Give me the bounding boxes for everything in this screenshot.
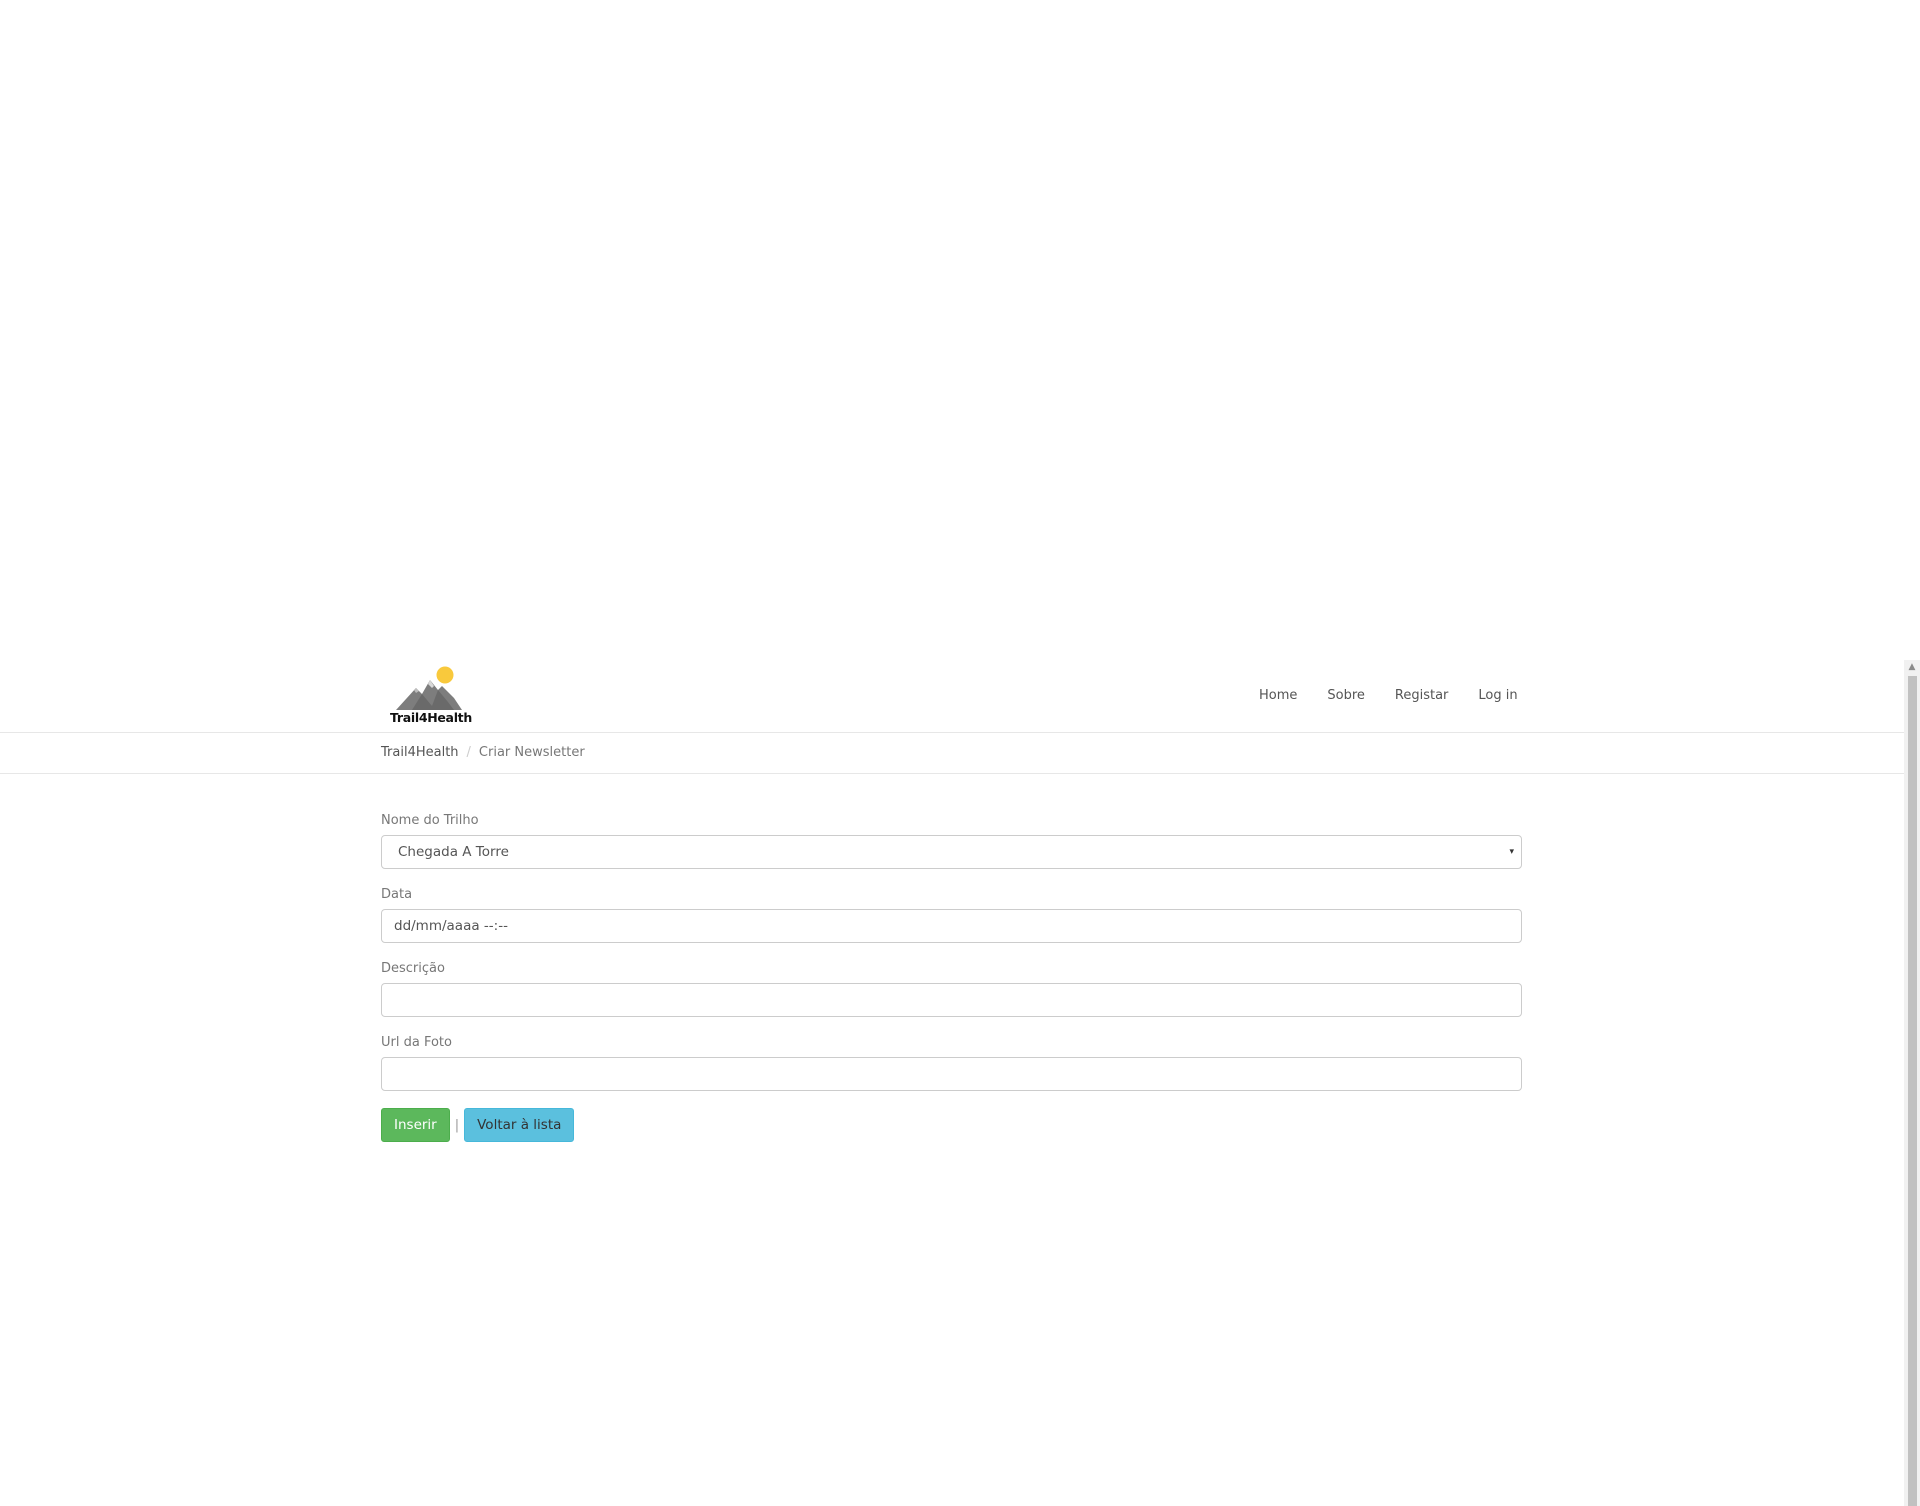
description-label: Descrição — [381, 961, 445, 976]
chevron-down-icon: ▾ — [1509, 847, 1514, 857]
date-group: Data dd/mm/aaaa --:-- — [381, 886, 1522, 960]
vertical-scrollbar[interactable]: ▲ — [1904, 660, 1920, 1506]
insert-button[interactable]: Inserir — [381, 1108, 450, 1142]
nav-registar[interactable]: Registar — [1380, 660, 1464, 732]
mountain-sun-icon — [396, 666, 462, 710]
form-actions: Inserir | Voltar à lista — [381, 1108, 1522, 1142]
date-label: Data — [381, 887, 413, 902]
trail-select[interactable]: Chegada A Torre ▾ — [381, 835, 1522, 869]
date-input[interactable]: dd/mm/aaaa --:-- — [381, 909, 1522, 943]
description-group: Descrição — [381, 960, 1522, 1034]
scroll-up-arrow-icon[interactable]: ▲ — [1904, 660, 1920, 674]
trail-group: Nome do Trilho Chegada A Torre ▾ — [381, 812, 1522, 886]
breadcrumb-bar: Trail4Health / Criar Newsletter — [0, 733, 1904, 774]
navbar: Trail4Health Home Sobre Registar Log in — [0, 660, 1904, 733]
brand-text: Trail4Health — [390, 710, 472, 725]
brand-logo[interactable]: Trail4Health — [386, 666, 482, 728]
back-to-list-button[interactable]: Voltar à lista — [464, 1108, 575, 1142]
breadcrumb-separator: / — [466, 745, 471, 760]
nav-sobre[interactable]: Sobre — [1312, 660, 1380, 732]
nav-home[interactable]: Home — [1244, 660, 1312, 732]
trail-select-value[interactable]: Chegada A Torre — [381, 835, 1522, 869]
newsletter-form: Nome do Trilho Chegada A Torre ▾ Data dd… — [381, 812, 1522, 1142]
nav-links: Home Sobre Registar Log in — [1244, 660, 1533, 732]
actions-separator: | — [454, 1117, 460, 1133]
page: Trail4Health Home Sobre Registar Log in … — [0, 0, 1920, 1506]
nav-login[interactable]: Log in — [1463, 660, 1532, 732]
photo-url-label: Url da Foto — [381, 1035, 452, 1050]
description-input[interactable] — [381, 983, 1522, 1017]
scroll-thumb[interactable] — [1908, 676, 1917, 1506]
trail-label: Nome do Trilho — [381, 813, 479, 828]
breadcrumb-home-link[interactable]: Trail4Health — [381, 745, 459, 760]
photo-url-group: Url da Foto — [381, 1034, 1522, 1108]
breadcrumb: Trail4Health / Criar Newsletter — [381, 733, 585, 773]
breadcrumb-current: Criar Newsletter — [478, 745, 585, 760]
photo-url-input[interactable] — [381, 1057, 1522, 1091]
